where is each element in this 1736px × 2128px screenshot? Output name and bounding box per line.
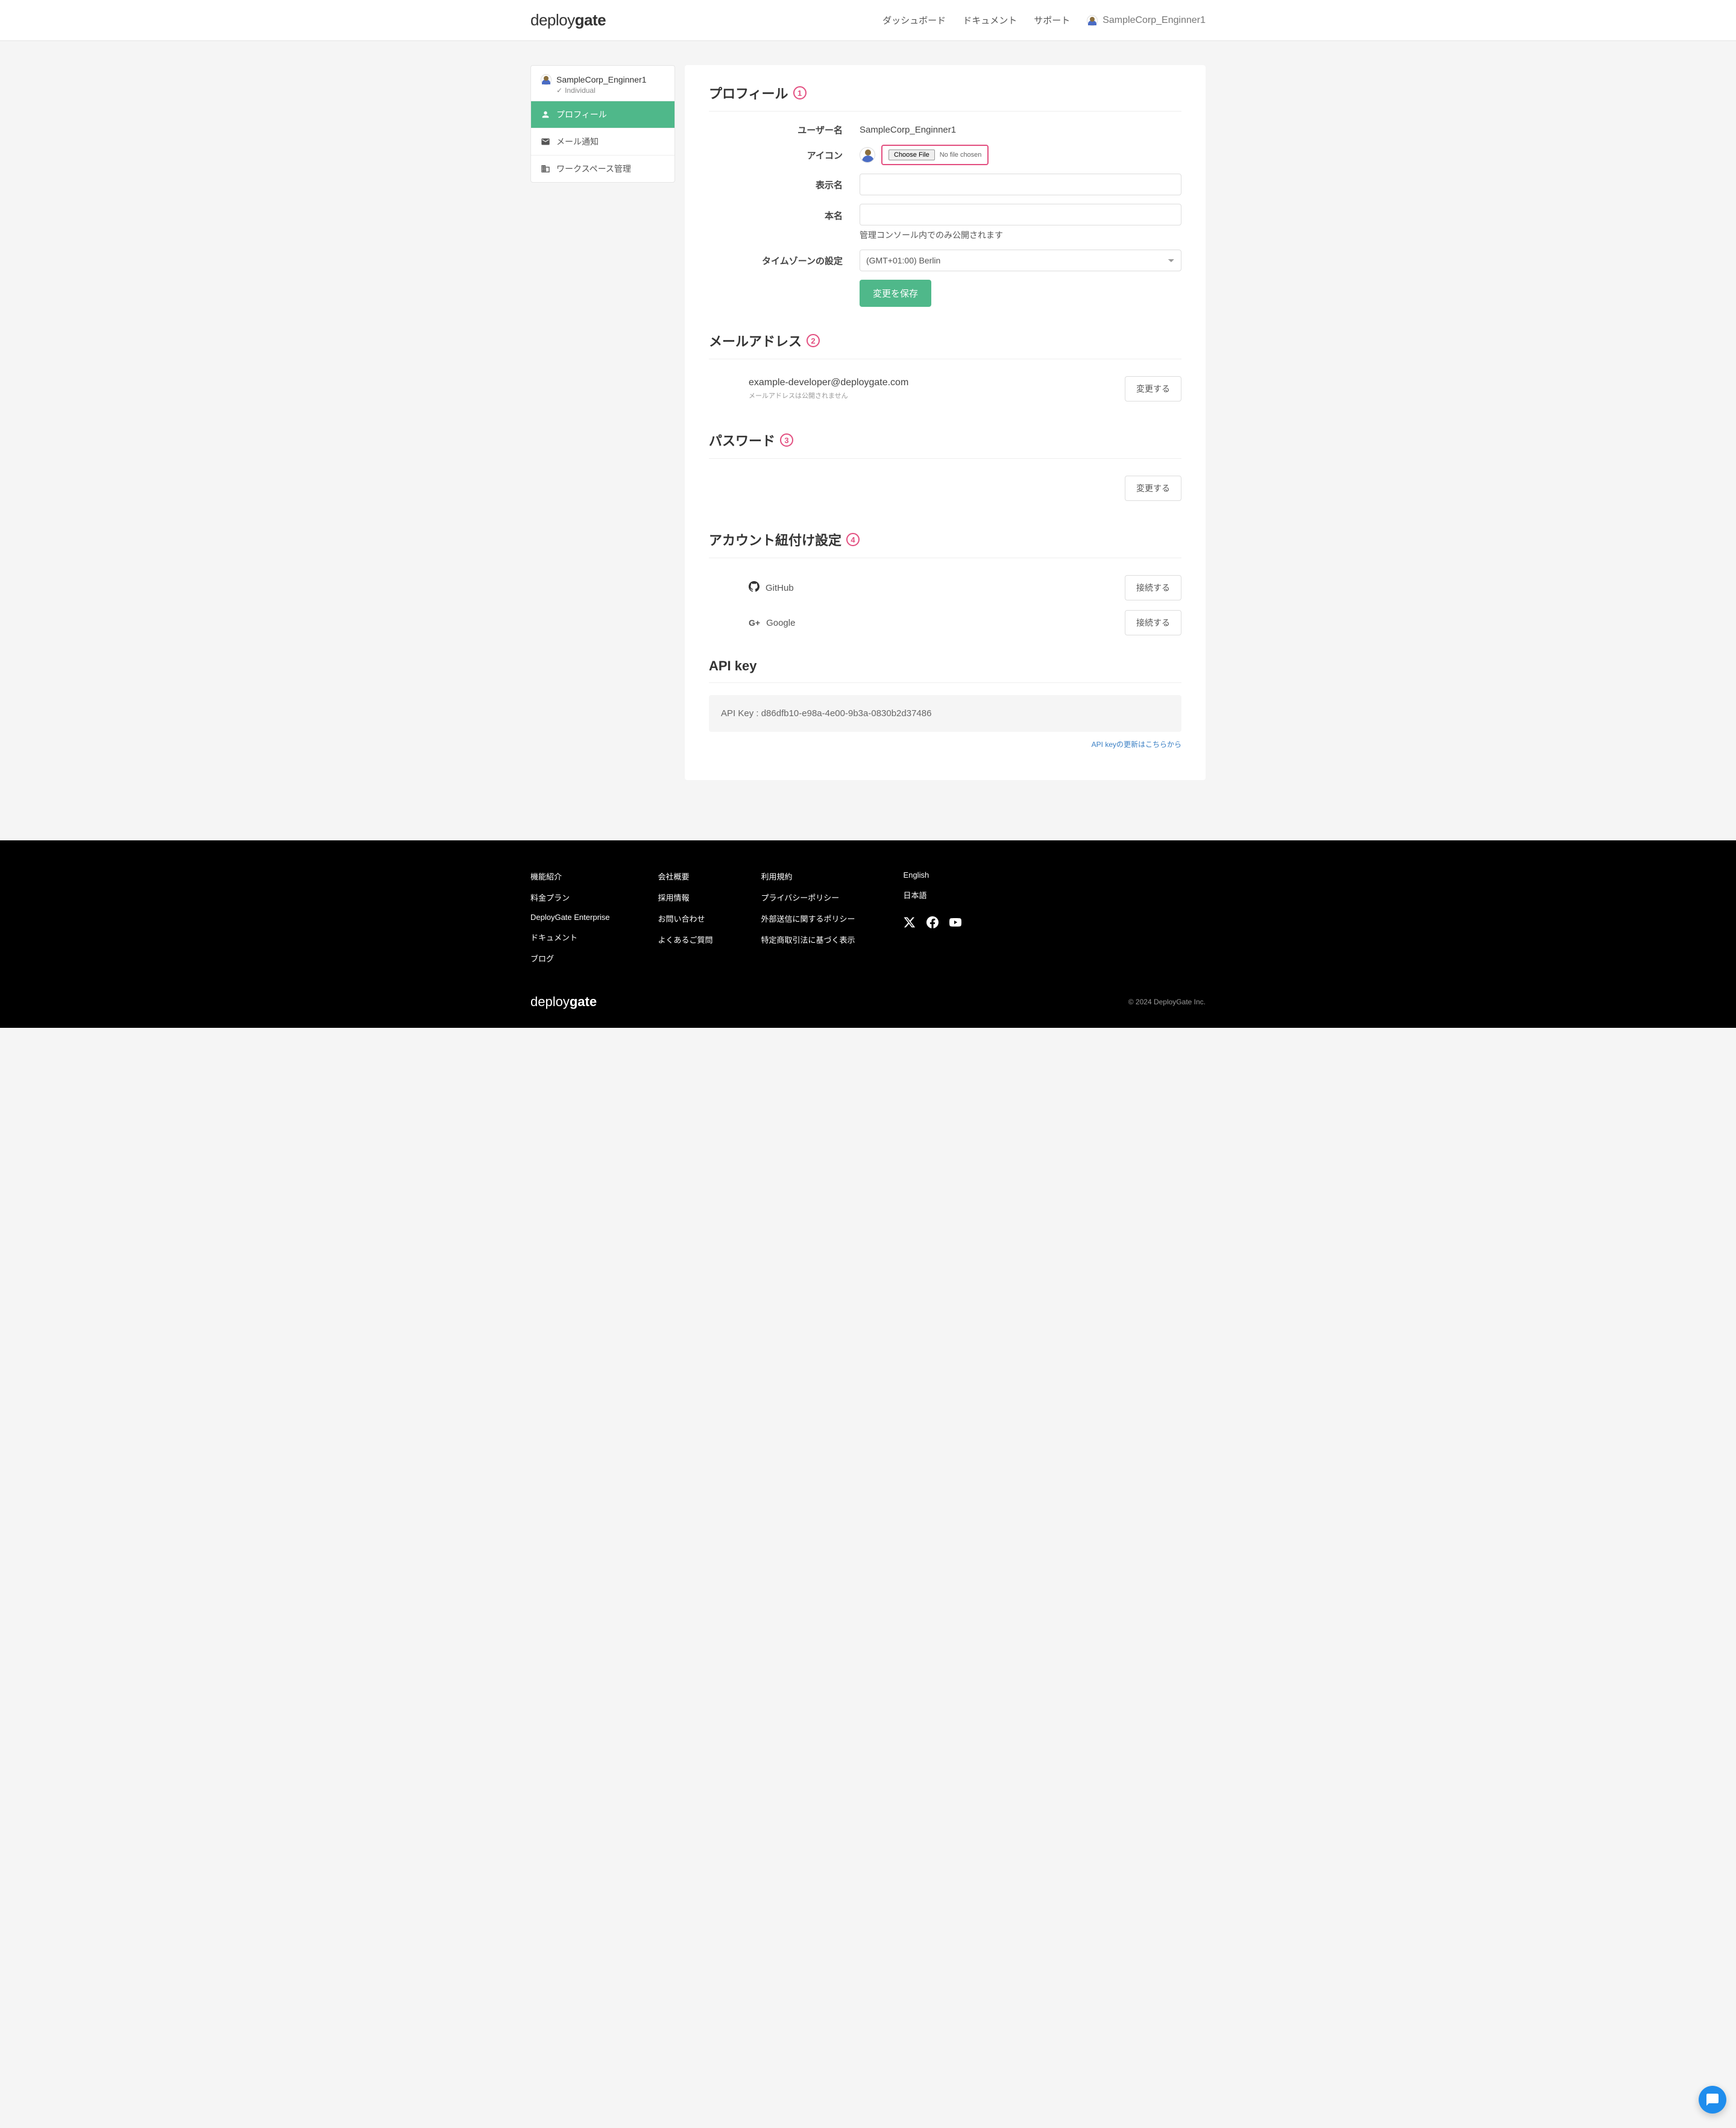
real-name-input[interactable] xyxy=(860,204,1181,225)
nav-dashboard[interactable]: ダッシュボード xyxy=(882,14,946,27)
username-label: ユーザー名 xyxy=(709,124,860,136)
email-note: メールアドレスは公開されません xyxy=(749,391,1125,400)
timezone-select[interactable]: (GMT+01:00) Berlin xyxy=(860,250,1181,271)
main-header: deploygate ダッシュボード ドキュメント サポート SampleCor… xyxy=(0,0,1736,41)
display-name-input[interactable] xyxy=(860,174,1181,195)
footer-link[interactable]: ドキュメント xyxy=(530,931,610,943)
footer-link[interactable]: DeployGate Enterprise xyxy=(530,913,610,922)
logo[interactable]: deploygate xyxy=(530,11,606,30)
sidebar: SampleCorp_Enginner1 ✓ Individual プロフィール… xyxy=(530,65,675,183)
nav-support[interactable]: サポート xyxy=(1034,14,1070,27)
accounts-title: アカウント紐付け設定 4 xyxy=(709,530,1181,558)
badge-3: 3 xyxy=(780,433,793,447)
google-icon: G+ xyxy=(749,618,760,628)
footer: 機能紹介 料金プラン DeployGate Enterprise ドキュメント … xyxy=(0,840,1736,1028)
sidebar-item-label: メール通知 xyxy=(556,136,599,148)
file-status: No file chosen xyxy=(940,151,982,159)
footer-link[interactable]: 採用情報 xyxy=(658,892,713,903)
password-title: パスワード 3 xyxy=(709,430,1181,459)
badge-4: 4 xyxy=(846,533,860,546)
connect-google-button[interactable]: 接続する xyxy=(1125,610,1181,635)
main-nav: ダッシュボード ドキュメント サポート SampleCorp_Enginner1 xyxy=(882,14,1206,27)
profile-title: プロフィール 1 xyxy=(709,83,1181,112)
api-key-box: API Key : d86dfb10-e98a-4e00-9b3a-0830b2… xyxy=(709,695,1181,732)
footer-lang-japanese[interactable]: 日本語 xyxy=(904,889,961,901)
real-name-help: 管理コンソール内でのみ公開されます xyxy=(860,229,1181,241)
footer-link[interactable]: お問い合わせ xyxy=(658,913,713,924)
footer-lang-english[interactable]: English xyxy=(904,870,961,880)
footer-link[interactable]: ブログ xyxy=(530,952,610,964)
api-title: API key xyxy=(709,658,1181,683)
sidebar-item-workspace[interactable]: ワークスペース管理 xyxy=(531,155,675,182)
username-value: SampleCorp_Enginner1 xyxy=(860,125,1181,135)
footer-link[interactable]: 外部送信に関するポリシー xyxy=(761,913,855,924)
timezone-label: タイムゾーンの設定 xyxy=(709,254,860,267)
nav-documents[interactable]: ドキュメント xyxy=(963,14,1017,27)
api-refresh-link[interactable]: API keyの更新はこちらから xyxy=(1092,740,1181,749)
change-email-button[interactable]: 変更する xyxy=(1125,376,1181,401)
user-icon xyxy=(541,110,550,119)
x-icon[interactable] xyxy=(904,916,916,930)
email-value: example-developer@deploygate.com xyxy=(749,377,1125,388)
github-label: GitHub xyxy=(766,583,794,593)
footer-logo: deploygate xyxy=(530,994,597,1010)
display-name-label: 表示名 xyxy=(709,178,860,191)
badge-1: 1 xyxy=(793,86,807,99)
sidebar-item-mail[interactable]: メール通知 xyxy=(531,128,675,155)
footer-link[interactable]: 特定商取引法に基づく表示 xyxy=(761,934,855,945)
check-icon: ✓ xyxy=(556,86,562,95)
nav-user-name: SampleCorp_Enginner1 xyxy=(1102,15,1206,26)
nav-user[interactable]: SampleCorp_Enginner1 xyxy=(1087,15,1206,26)
save-button[interactable]: 変更を保存 xyxy=(860,280,931,307)
main-content: プロフィール 1 ユーザー名 SampleCorp_Enginner1 アイコン… xyxy=(685,65,1206,780)
sidebar-plan: ✓ Individual xyxy=(556,86,665,95)
email-title: メールアドレス 2 xyxy=(709,331,1181,359)
connect-github-button[interactable]: 接続する xyxy=(1125,575,1181,600)
copyright: © 2024 DeployGate Inc. xyxy=(1128,998,1206,1006)
footer-link[interactable]: 利用規約 xyxy=(761,870,855,882)
mail-icon xyxy=(541,137,550,146)
file-upload-box: Choose File No file chosen xyxy=(881,145,989,165)
footer-link[interactable]: よくあるご質問 xyxy=(658,934,713,945)
footer-link[interactable]: 機能紹介 xyxy=(530,870,610,882)
footer-link[interactable]: プライバシーポリシー xyxy=(761,892,855,903)
github-icon xyxy=(749,581,760,594)
sidebar-user: SampleCorp_Enginner1 xyxy=(541,74,665,85)
choose-file-button[interactable]: Choose File xyxy=(888,150,935,160)
sidebar-item-profile[interactable]: プロフィール xyxy=(531,101,675,128)
avatar-icon xyxy=(1087,15,1098,26)
footer-link[interactable]: 会社概要 xyxy=(658,870,713,882)
change-password-button[interactable]: 変更する xyxy=(1125,476,1181,501)
badge-2: 2 xyxy=(807,334,820,347)
icon-label: アイコン xyxy=(709,149,860,162)
youtube-icon[interactable] xyxy=(949,916,961,930)
building-icon xyxy=(541,164,550,174)
facebook-icon[interactable] xyxy=(926,916,939,930)
sidebar-item-label: プロフィール xyxy=(556,109,607,121)
chat-button[interactable] xyxy=(1699,2086,1726,2114)
sidebar-item-label: ワークスペース管理 xyxy=(556,163,631,175)
avatar-preview xyxy=(860,147,875,163)
google-label: Google xyxy=(766,618,795,628)
real-name-label: 本名 xyxy=(709,204,860,222)
footer-link[interactable]: 料金プラン xyxy=(530,892,610,903)
avatar-icon xyxy=(541,74,552,85)
